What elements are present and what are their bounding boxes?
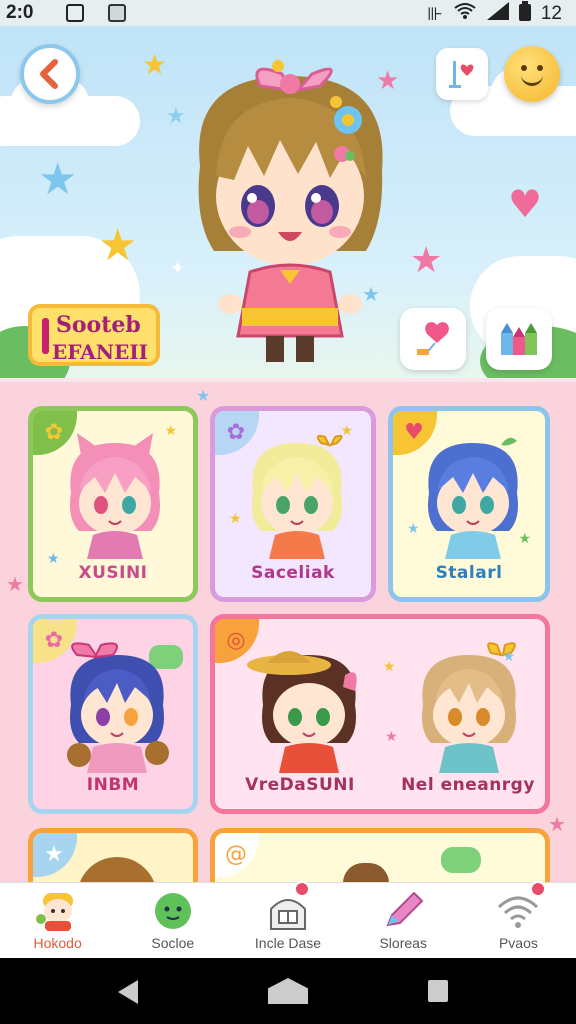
- star-decoration: ★: [410, 240, 443, 281]
- star-decoration: ★: [38, 154, 78, 205]
- notification-badge: [530, 881, 547, 897]
- badge-title-line2: EFANEII: [52, 340, 149, 364]
- signal-icon: [486, 2, 509, 26]
- slime-sticker: [441, 847, 481, 873]
- notification-icon: [66, 4, 84, 22]
- nav-item-hokodo[interactable]: Hokodo: [0, 883, 115, 958]
- nav-item-sloreas[interactable]: Sloreas: [346, 883, 461, 958]
- bottom-navigation: Hokodo Socloe Incle Dase Sloreas Pvaos: [0, 881, 576, 958]
- badge-title-line1: Sooteb: [56, 312, 141, 338]
- star-decoration: ★: [142, 48, 168, 81]
- battery-icon: [518, 1, 531, 27]
- heart-flag-icon: [449, 61, 474, 88]
- star-decoration: ★: [6, 572, 24, 596]
- swirl-icon: @: [215, 833, 259, 877]
- character-name: XUSINI: [78, 563, 148, 583]
- hero-banner: ★ ★ ★ ★ ★ ★ ★ ♥ ✦ Sooteb EFANEII: [0, 26, 576, 378]
- character-portrait: [247, 651, 357, 773]
- game-title-badge: Sooteb EFANEII: [28, 304, 160, 366]
- star-decoration: ★: [196, 386, 211, 405]
- nav-label: Pvaos: [498, 935, 538, 951]
- status-time: 2:0: [6, 2, 34, 23]
- status-bar: 2:0 ⊪ 12: [0, 0, 576, 26]
- battery-level: 12: [540, 3, 562, 24]
- nav-label: Hokodo: [33, 935, 82, 951]
- nav-label: Socloe: [151, 935, 195, 951]
- profile-smiley-button[interactable]: [504, 46, 560, 102]
- main-character-illustration: [198, 60, 383, 362]
- character-name: Stalarl: [435, 563, 503, 583]
- nav-item-socloe[interactable]: Socloe: [115, 883, 230, 958]
- back-icon: [40, 59, 58, 89]
- star-icon: ★: [33, 833, 77, 877]
- character-grid: ★ ★ ★ ✿ ★ ★ XUSINI ✿ ★ ★ Saceliak ♥ ★ ★ …: [0, 378, 576, 882]
- notification-badge: [293, 881, 310, 897]
- home-nav-button[interactable]: [268, 978, 308, 1004]
- system-navigation-bar: [0, 958, 576, 1024]
- character-card[interactable]: ★: [28, 828, 198, 882]
- nav-item-incle-dase[interactable]: Incle Dase: [230, 881, 345, 958]
- image-icon: [108, 4, 126, 22]
- bear-portrait: [343, 863, 389, 882]
- badge-bar: [42, 318, 49, 354]
- character-portrait: [428, 437, 518, 559]
- pencil-icon: [386, 891, 424, 927]
- bear-portrait: [77, 857, 157, 882]
- character-card[interactable]: ✿ ★ ★ XUSINI: [28, 406, 198, 602]
- blocks-button[interactable]: [486, 308, 552, 370]
- character-card[interactable]: ◎ ★ ★ ★ VreDaSUNI Nel eneanrgy: [210, 614, 550, 814]
- vibrate-icon: ⊪: [427, 3, 443, 24]
- character-name: VreDaSUNI: [245, 775, 355, 795]
- recents-nav-button[interactable]: [428, 980, 448, 1002]
- character-card[interactable]: ✿ ★ ★ Saceliak: [210, 406, 376, 602]
- character-portrait: [70, 433, 160, 559]
- nav-label: Sloreas: [379, 935, 427, 951]
- character-portrait: [422, 642, 516, 773]
- balloon-icon: [417, 322, 449, 356]
- back-button[interactable]: [20, 44, 80, 104]
- blocks-icon: [501, 323, 537, 355]
- character-portrait: [252, 434, 343, 559]
- character-portrait: [67, 642, 169, 773]
- favorite-flag-button[interactable]: [436, 48, 488, 100]
- character-icon: [35, 893, 73, 931]
- character-name: Saceliak: [251, 563, 335, 583]
- character-card[interactable]: ✿ INBM: [28, 614, 198, 814]
- character-card[interactable]: ♥ ★ ★ Stalarl: [388, 406, 550, 602]
- smiley-icon: [521, 75, 543, 86]
- balloon-button[interactable]: [400, 308, 466, 370]
- wifi-status-icon: [453, 2, 477, 26]
- character-name: Nel eneanrgy: [401, 775, 535, 795]
- character-name: INBM: [86, 775, 140, 795]
- star-decoration: ★: [548, 812, 566, 836]
- heart-decoration: ♥: [508, 182, 543, 226]
- slime-icon: [154, 893, 191, 929]
- nav-label: Incle Dase: [254, 935, 322, 951]
- back-nav-button[interactable]: [118, 980, 138, 1004]
- character-card[interactable]: @: [210, 828, 550, 882]
- nav-item-pvaos[interactable]: Pvaos: [461, 881, 576, 958]
- star-decoration: ★: [98, 220, 138, 271]
